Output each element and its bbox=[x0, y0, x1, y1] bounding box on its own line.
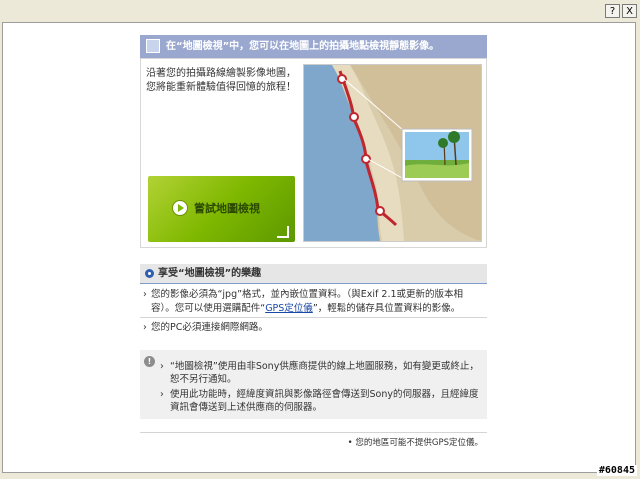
item-marker: › bbox=[160, 389, 164, 400]
note-item: › 使用此功能時，經緯度資訊與影像路徑會傳送到Sony的伺服器，且經緯度資訊會傳… bbox=[160, 388, 480, 414]
user-icon bbox=[146, 39, 160, 53]
footer-note: • 您的地區可能不提供GPS定位儀。 bbox=[347, 438, 483, 448]
map-graphic bbox=[304, 65, 481, 241]
close-button[interactable]: X bbox=[622, 4, 637, 18]
section-header: 享受“地圖檢視”的樂趣 bbox=[140, 264, 487, 284]
item-marker: › bbox=[143, 289, 147, 300]
note-item: › “地圖檢視”使用由非Sony供應商提供的線上地圖服務，如有變更或終止，恕不另… bbox=[160, 360, 480, 386]
info-icon: ! bbox=[144, 356, 155, 367]
note-text: 使用此功能時，經緯度資訊與影像路徑會傳送到Sony的伺服器，且經緯度資訊會傳送到… bbox=[170, 389, 479, 413]
divider bbox=[140, 317, 487, 318]
try-map-view-button[interactable]: 嘗試地圖檢視 bbox=[148, 176, 295, 242]
page-header: 在“地圖檢視”中，您可以在地圖上的拍攝地點檢視靜態影像。 bbox=[140, 35, 487, 58]
help-button[interactable]: ? bbox=[605, 4, 620, 18]
requirement-text: 您的PC必須連接網際網路。 bbox=[151, 322, 268, 333]
intro-text: 沿著您的拍攝路線繪製影像地圖，您將能重新體驗值得回憶的旅程！ bbox=[146, 68, 296, 93]
map-illustration bbox=[303, 64, 482, 242]
note-text: “地圖檢視”使用由非Sony供應商提供的線上地圖服務，如有變更或終止，恕不另行通… bbox=[170, 361, 479, 385]
requirement-text-end: ”，輕鬆的儲存具位置資料的影像。 bbox=[312, 303, 461, 314]
section-title: 享受“地圖檢視”的樂趣 bbox=[158, 268, 262, 279]
divider bbox=[140, 432, 487, 433]
page-title: 在“地圖檢視”中，您可以在地圖上的拍攝地點檢視靜態影像。 bbox=[166, 41, 440, 52]
item-marker: › bbox=[143, 322, 147, 333]
watermark: #60845 bbox=[596, 465, 637, 476]
title-bar: ? X bbox=[0, 0, 640, 22]
try-map-view-label: 嘗試地圖檢視 bbox=[194, 202, 260, 215]
requirement-item: › 您的PC必須連接網際網路。 bbox=[143, 321, 483, 335]
play-icon bbox=[172, 200, 188, 216]
requirement-item: › 您的影像必須為“jpg”格式，並內嵌位置資料。（與Exif 2.1或更新的版… bbox=[143, 288, 483, 316]
corner-arrow-icon bbox=[277, 226, 289, 238]
item-marker: › bbox=[160, 361, 164, 372]
gps-link[interactable]: GPS定位儀 bbox=[265, 303, 313, 314]
bullet-icon bbox=[145, 269, 154, 278]
